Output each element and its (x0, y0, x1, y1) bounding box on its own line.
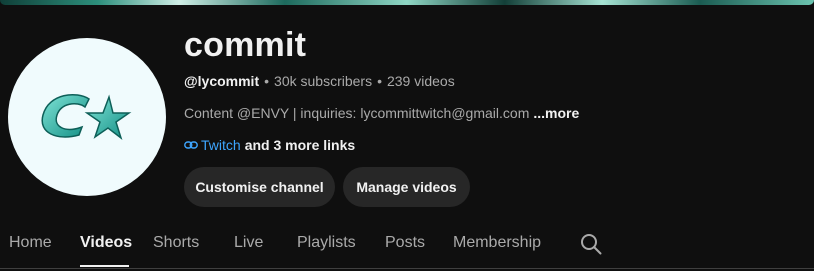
channel-meta: @lycommit • 30k subscribers • 239 videos (184, 73, 455, 89)
channel-name: commit (184, 26, 307, 64)
channel-banner (0, 0, 814, 5)
tab-home[interactable]: Home (9, 234, 52, 252)
customise-channel-button[interactable]: Customise channel (184, 167, 335, 207)
search-icon[interactable] (580, 233, 602, 255)
channel-links: Twitch and 3 more links (184, 137, 355, 153)
channel-description[interactable]: Content @ENVY | inquiries: lycommittwitc… (184, 105, 579, 121)
separator-dot: • (377, 73, 382, 89)
separator-dot: • (264, 73, 270, 89)
link-icon (184, 138, 198, 152)
tab-membership[interactable]: Membership (453, 234, 541, 252)
channel-tabs: Home Videos Shorts Live Playlists Posts … (0, 222, 814, 268)
tab-posts[interactable]: Posts (385, 234, 425, 252)
subscriber-count: 30k subscribers (274, 73, 373, 89)
tabs-divider (0, 268, 814, 269)
active-tab-indicator (80, 265, 129, 267)
video-count: 239 videos (386, 73, 455, 89)
tab-shorts[interactable]: Shorts (153, 234, 199, 252)
ck-logo-icon (41, 93, 132, 141)
more-link[interactable]: ...more (533, 105, 579, 121)
manage-videos-button[interactable]: Manage videos (343, 167, 470, 207)
tab-playlists[interactable]: Playlists (297, 234, 356, 252)
twitch-link[interactable]: Twitch (201, 137, 241, 153)
tab-live[interactable]: Live (234, 234, 263, 252)
description-text: Content @ENVY | inquiries: lycommittwitc… (184, 105, 530, 121)
channel-avatar[interactable] (8, 38, 166, 196)
channel-handle: @lycommit (184, 73, 260, 89)
more-links-link[interactable]: and 3 more links (245, 137, 355, 153)
tab-videos[interactable]: Videos (80, 234, 132, 252)
